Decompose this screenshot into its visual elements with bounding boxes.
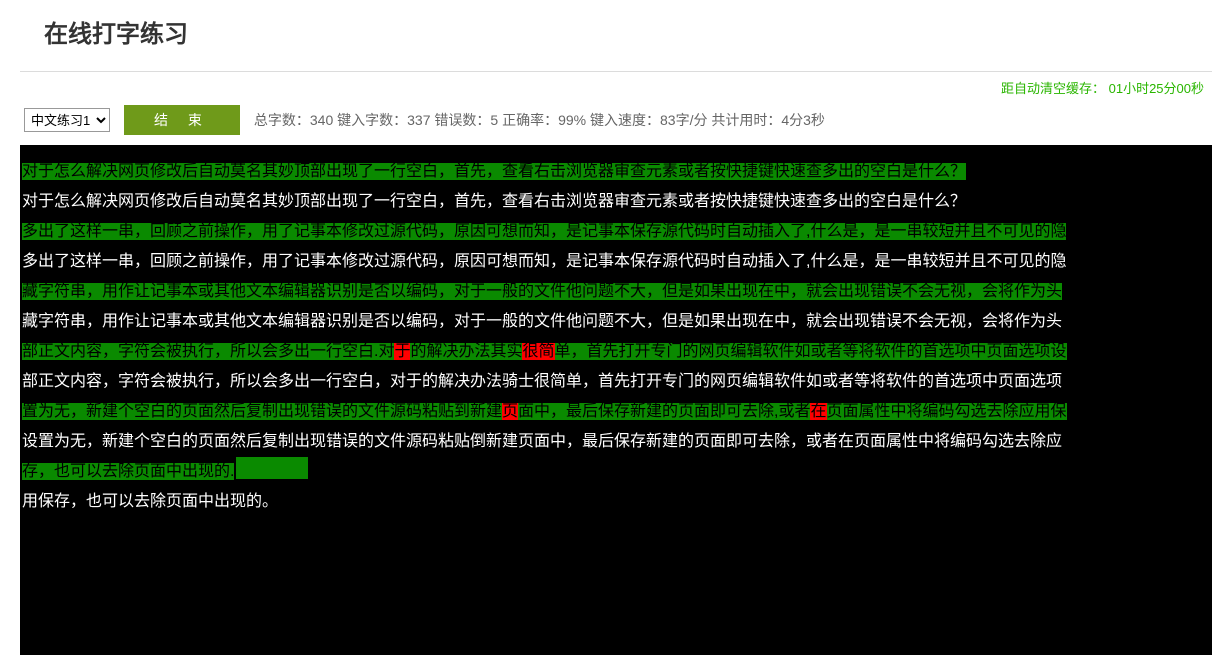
typed-line: 多出了这样一串，回顾之前操作，用了记事本修改过源代码，原因可想而知，是记事本保存… bbox=[20, 247, 1212, 277]
stat-errors-value: 5 bbox=[490, 112, 498, 128]
reference-line: 置为无，新建个空白的页面然后复制出现错误的文件源码粘贴到新建页面中，最后保存新建… bbox=[20, 397, 1212, 427]
ref-segment: 存，也可以去除页面中出现的. bbox=[22, 463, 234, 480]
line-pair: 藏字符串，用作让记事本或其他文本编辑器识别是否以编码，对于一般的文件他问题不大，… bbox=[20, 277, 1212, 337]
ref-segment: 藏字符串，用作让记事本或其他文本编辑器识别是否以编码，对于一般的文件他问题不大，… bbox=[22, 283, 1062, 300]
stat-accuracy-label: 正确率： bbox=[502, 112, 558, 128]
stats-bar: 总字数：340 键入字数：337 错误数：5 正确率：99% 键入速度：83字/… bbox=[254, 110, 825, 130]
auto-clear-label: 距自动清空缓存： bbox=[1001, 81, 1105, 96]
typed-line: 藏字符串，用作让记事本或其他文本编辑器识别是否以编码，对于一般的文件他问题不大，… bbox=[20, 307, 1212, 337]
line-pair: 置为无，新建个空白的页面然后复制出现错误的文件源码粘贴到新建页面中，最后保存新建… bbox=[20, 397, 1212, 457]
reference-line: 存，也可以去除页面中出现的. bbox=[20, 457, 1212, 487]
reference-line: 藏字符串，用作让记事本或其他文本编辑器识别是否以编码，对于一般的文件他问题不大，… bbox=[20, 277, 1212, 307]
stat-typed-label: 键入字数： bbox=[337, 112, 407, 128]
typed-line: 用保存，也可以去除页面中出现的。 bbox=[20, 487, 1212, 517]
auto-clear-time: 01小时25分00秒 bbox=[1109, 81, 1204, 96]
ref-segment-error: 在 bbox=[810, 403, 826, 420]
line-pair: 存，也可以去除页面中出现的. 用保存，也可以去除页面中出现的。 bbox=[20, 457, 1212, 517]
ref-segment: 对于怎么解决网页修改后自动莫名其妙顶部出现了一行空白，首先，查看右击浏览器审查元… bbox=[22, 163, 966, 180]
page-title: 在线打字练习 bbox=[20, 0, 1212, 72]
auto-clear-cache: 距自动清空缓存： 01小时25分00秒 bbox=[20, 72, 1212, 101]
ref-segment: 多出了这样一串，回顾之前操作，用了记事本修改过源代码，原因可想而知，是记事本保存… bbox=[22, 223, 1066, 240]
ref-segment: 的解决办法其实 bbox=[410, 343, 522, 360]
ref-segment: 面中，最后保存新建的页面即可去除,或者 bbox=[518, 403, 810, 420]
reference-line: 对于怎么解决网页修改后自动莫名其妙顶部出现了一行空白，首先，查看右击浏览器审查元… bbox=[20, 157, 1212, 187]
stat-elapsed-label: 共计用时： bbox=[711, 112, 781, 128]
line-pair: 对于怎么解决网页修改后自动莫名其妙顶部出现了一行空白，首先，查看右击浏览器审查元… bbox=[20, 157, 1212, 217]
controls-bar: 中文练习1 结 束 总字数：340 键入字数：337 错误数：5 正确率：99%… bbox=[20, 101, 1212, 145]
ref-segment-error: 很简 bbox=[522, 343, 554, 360]
typed-line: 部正文内容，字符会被执行，所以会多出一行空白，对于的解决办法骑士很简单，首先打开… bbox=[20, 367, 1212, 397]
ref-segment: 单，首先打开专门的网页编辑软件如或者等将软件的首选项中页面选项设 bbox=[555, 343, 1067, 360]
lesson-select[interactable]: 中文练习1 bbox=[24, 108, 110, 132]
stat-typed-value: 337 bbox=[407, 112, 430, 128]
ref-segment-error: 页 bbox=[502, 403, 518, 420]
stat-errors-label: 错误数： bbox=[434, 112, 490, 128]
typing-cursor bbox=[236, 457, 308, 479]
ref-segment: 页面属性中将编码勾选去除应用保 bbox=[827, 403, 1067, 420]
stat-accuracy-value: 99% bbox=[558, 112, 586, 128]
reference-line: 多出了这样一串，回顾之前操作，用了记事本修改过源代码，原因可想而知，是记事本保存… bbox=[20, 217, 1212, 247]
ref-segment-error: 于 bbox=[394, 343, 410, 360]
typing-arena[interactable]: 对于怎么解决网页修改后自动莫名其妙顶部出现了一行空白，首先，查看右击浏览器审查元… bbox=[20, 145, 1212, 655]
ref-segment: 部正文内容，字符会被执行，所以会多出一行空白.对 bbox=[22, 343, 394, 360]
line-pair: 部正文内容，字符会被执行，所以会多出一行空白.对于的解决办法其实很简单，首先打开… bbox=[20, 337, 1212, 397]
line-pair: 多出了这样一串，回顾之前操作，用了记事本修改过源代码，原因可想而知，是记事本保存… bbox=[20, 217, 1212, 277]
stat-speed-label: 键入速度： bbox=[590, 112, 660, 128]
stat-elapsed-value: 4分3秒 bbox=[781, 112, 825, 128]
reference-line: 部正文内容，字符会被执行，所以会多出一行空白.对于的解决办法其实很简单，首先打开… bbox=[20, 337, 1212, 367]
stat-speed-value: 83字/分 bbox=[660, 112, 707, 128]
typed-line: 设置为无，新建个空白的页面然后复制出现错误的文件源码粘贴倒新建页面中，最后保存新… bbox=[20, 427, 1212, 457]
stat-total-label: 总字数： bbox=[254, 112, 310, 128]
end-button[interactable]: 结 束 bbox=[124, 105, 240, 135]
ref-segment: 置为无，新建个空白的页面然后复制出现错误的文件源码粘贴到新建 bbox=[22, 403, 502, 420]
stat-total-value: 340 bbox=[310, 112, 333, 128]
typed-line: 对于怎么解决网页修改后自动莫名其妙顶部出现了一行空白，首先，查看右击浏览器审查元… bbox=[20, 187, 1212, 217]
